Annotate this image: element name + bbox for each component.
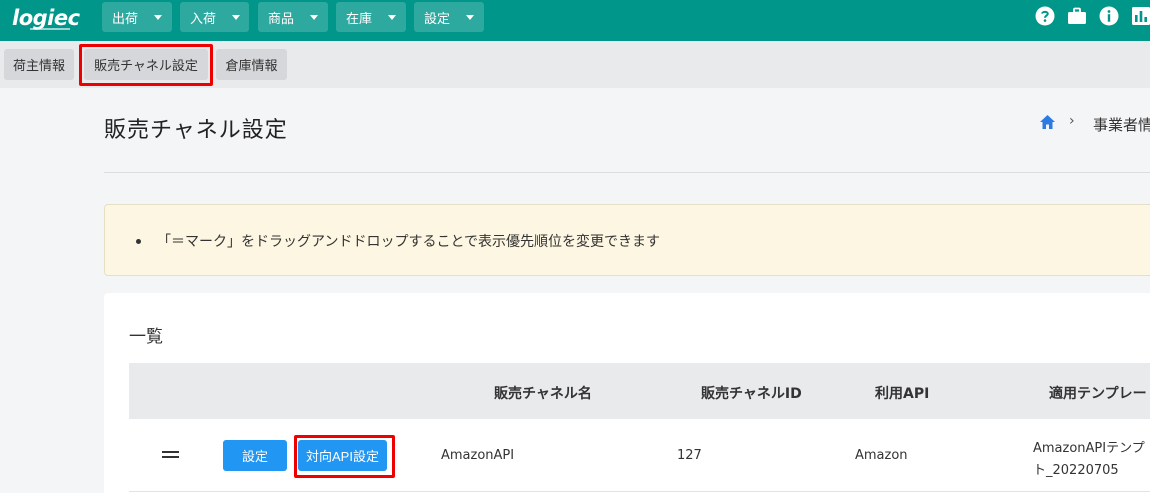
column-header-template: 適用テンプレー bbox=[1049, 386, 1147, 402]
drag-handle-icon[interactable] bbox=[158, 446, 184, 464]
menu-settings[interactable]: 設定 bbox=[414, 2, 484, 32]
channel-id: 127 bbox=[677, 448, 702, 463]
row-divider bbox=[129, 491, 1150, 492]
menu-label: 在庫 bbox=[346, 11, 373, 27]
info-notice: 「＝マーク」をドラッグアンドドロップすることで表示優先順位を変更できます bbox=[104, 204, 1150, 276]
notice-text: 「＝マーク」をドラッグアンドドロップすることで表示優先順位を変更できます bbox=[157, 234, 661, 250]
briefcase-icon[interactable] bbox=[1067, 6, 1087, 26]
menu-label: 商品 bbox=[268, 11, 295, 27]
breadcrumb-item[interactable]: 事業者情 bbox=[1093, 114, 1150, 135]
api-name: Amazon bbox=[855, 448, 908, 463]
tab-shipper-info[interactable]: 荷主情報 bbox=[4, 49, 74, 80]
menu-label: 入荷 bbox=[190, 11, 217, 27]
column-header-api: 利用API bbox=[875, 386, 930, 402]
chevron-right-icon: › bbox=[1069, 113, 1075, 129]
menu-products[interactable]: 商品 bbox=[258, 2, 328, 32]
highlight-frame bbox=[79, 44, 213, 86]
tab-warehouse-info[interactable]: 倉庫情報 bbox=[216, 49, 287, 80]
logiec-logo[interactable]: logiec bbox=[12, 6, 80, 30]
caret-down-icon bbox=[232, 14, 241, 20]
bullet-icon bbox=[136, 239, 141, 244]
channel-name: AmazonAPI bbox=[441, 448, 515, 463]
column-header-channel-id: 販売チャネルID bbox=[701, 386, 802, 402]
column-header-channel-name: 販売チャネル名 bbox=[494, 386, 592, 402]
chart-icon[interactable] bbox=[1131, 6, 1150, 26]
menu-shipping[interactable]: 出荷 bbox=[102, 2, 172, 32]
top-nav-bar: logiec 出荷 入荷 商品 在庫 設定 bbox=[0, 0, 1150, 41]
info-icon[interactable] bbox=[1099, 6, 1119, 26]
caret-down-icon bbox=[388, 14, 397, 20]
template-name-line2: ト_20220705 bbox=[1033, 463, 1119, 478]
settings-button[interactable]: 設定 bbox=[223, 440, 287, 471]
menu-label: 出荷 bbox=[112, 11, 139, 27]
divider bbox=[104, 172, 1150, 173]
home-icon[interactable] bbox=[1039, 114, 1056, 130]
menu-inventory[interactable]: 在庫 bbox=[336, 2, 406, 32]
help-icon[interactable] bbox=[1035, 6, 1055, 26]
table-header bbox=[129, 363, 1150, 419]
menu-label: 設定 bbox=[424, 11, 451, 27]
logo-underline bbox=[30, 28, 70, 30]
template-name-line1: AmazonAPIテンプ bbox=[1033, 441, 1145, 456]
page-title: 販売チャネル設定 bbox=[104, 118, 288, 143]
menu-receiving[interactable]: 入荷 bbox=[180, 2, 249, 32]
highlight-frame bbox=[294, 435, 395, 478]
caret-down-icon bbox=[154, 14, 163, 20]
caret-down-icon bbox=[310, 14, 319, 20]
list-title: 一覧 bbox=[129, 327, 163, 347]
caret-down-icon bbox=[466, 14, 475, 20]
